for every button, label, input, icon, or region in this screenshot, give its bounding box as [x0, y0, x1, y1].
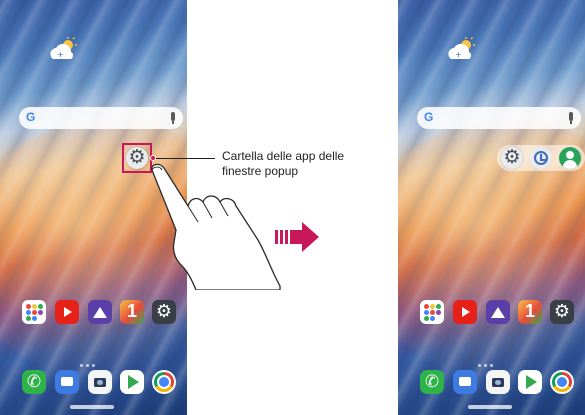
contacts-icon[interactable]	[559, 147, 581, 169]
youtube-icon[interactable]	[55, 300, 79, 324]
nav-handle[interactable]	[468, 405, 512, 409]
google-search-bar[interactable]: G	[19, 107, 183, 129]
mic-icon[interactable]	[569, 112, 573, 124]
hand-icon	[151, 163, 281, 290]
gallery-icon[interactable]	[88, 300, 112, 324]
google-logo: G	[424, 110, 434, 124]
chrome-icon[interactable]	[152, 370, 176, 394]
page-indicator	[478, 354, 504, 367]
chrome-icon[interactable]	[550, 370, 574, 394]
phone-screen-after: + G	[398, 0, 585, 415]
weather-icon: +	[50, 37, 77, 59]
settings-icon[interactable]	[550, 300, 574, 324]
phone-icon[interactable]	[22, 370, 46, 394]
callout-line	[152, 158, 215, 159]
clock-icon[interactable]	[530, 147, 552, 169]
mic-icon[interactable]	[171, 112, 175, 124]
settings-icon[interactable]	[152, 300, 176, 324]
camera-icon[interactable]	[486, 370, 510, 394]
popup-gear-icon[interactable]	[501, 146, 523, 169]
one-icon[interactable]	[518, 300, 542, 324]
nav-handle[interactable]	[70, 405, 114, 409]
weather-icon: +	[448, 37, 475, 59]
camera-icon[interactable]	[88, 370, 112, 394]
svg-text:+: +	[455, 50, 462, 59]
play-store-icon[interactable]	[518, 370, 542, 394]
youtube-icon[interactable]	[453, 300, 477, 324]
one-icon[interactable]	[120, 300, 144, 324]
messages-icon[interactable]	[453, 370, 477, 394]
apps-grid-icon[interactable]	[420, 300, 444, 324]
phone-icon[interactable]	[420, 370, 444, 394]
play-store-icon[interactable]	[120, 370, 144, 394]
page-indicator	[80, 354, 106, 367]
google-search-bar[interactable]: G	[417, 107, 581, 129]
messages-icon[interactable]	[55, 370, 79, 394]
svg-text:+: +	[57, 50, 64, 59]
google-logo: G	[26, 110, 36, 124]
apps-grid-icon[interactable]	[22, 300, 46, 324]
gallery-icon[interactable]	[486, 300, 510, 324]
